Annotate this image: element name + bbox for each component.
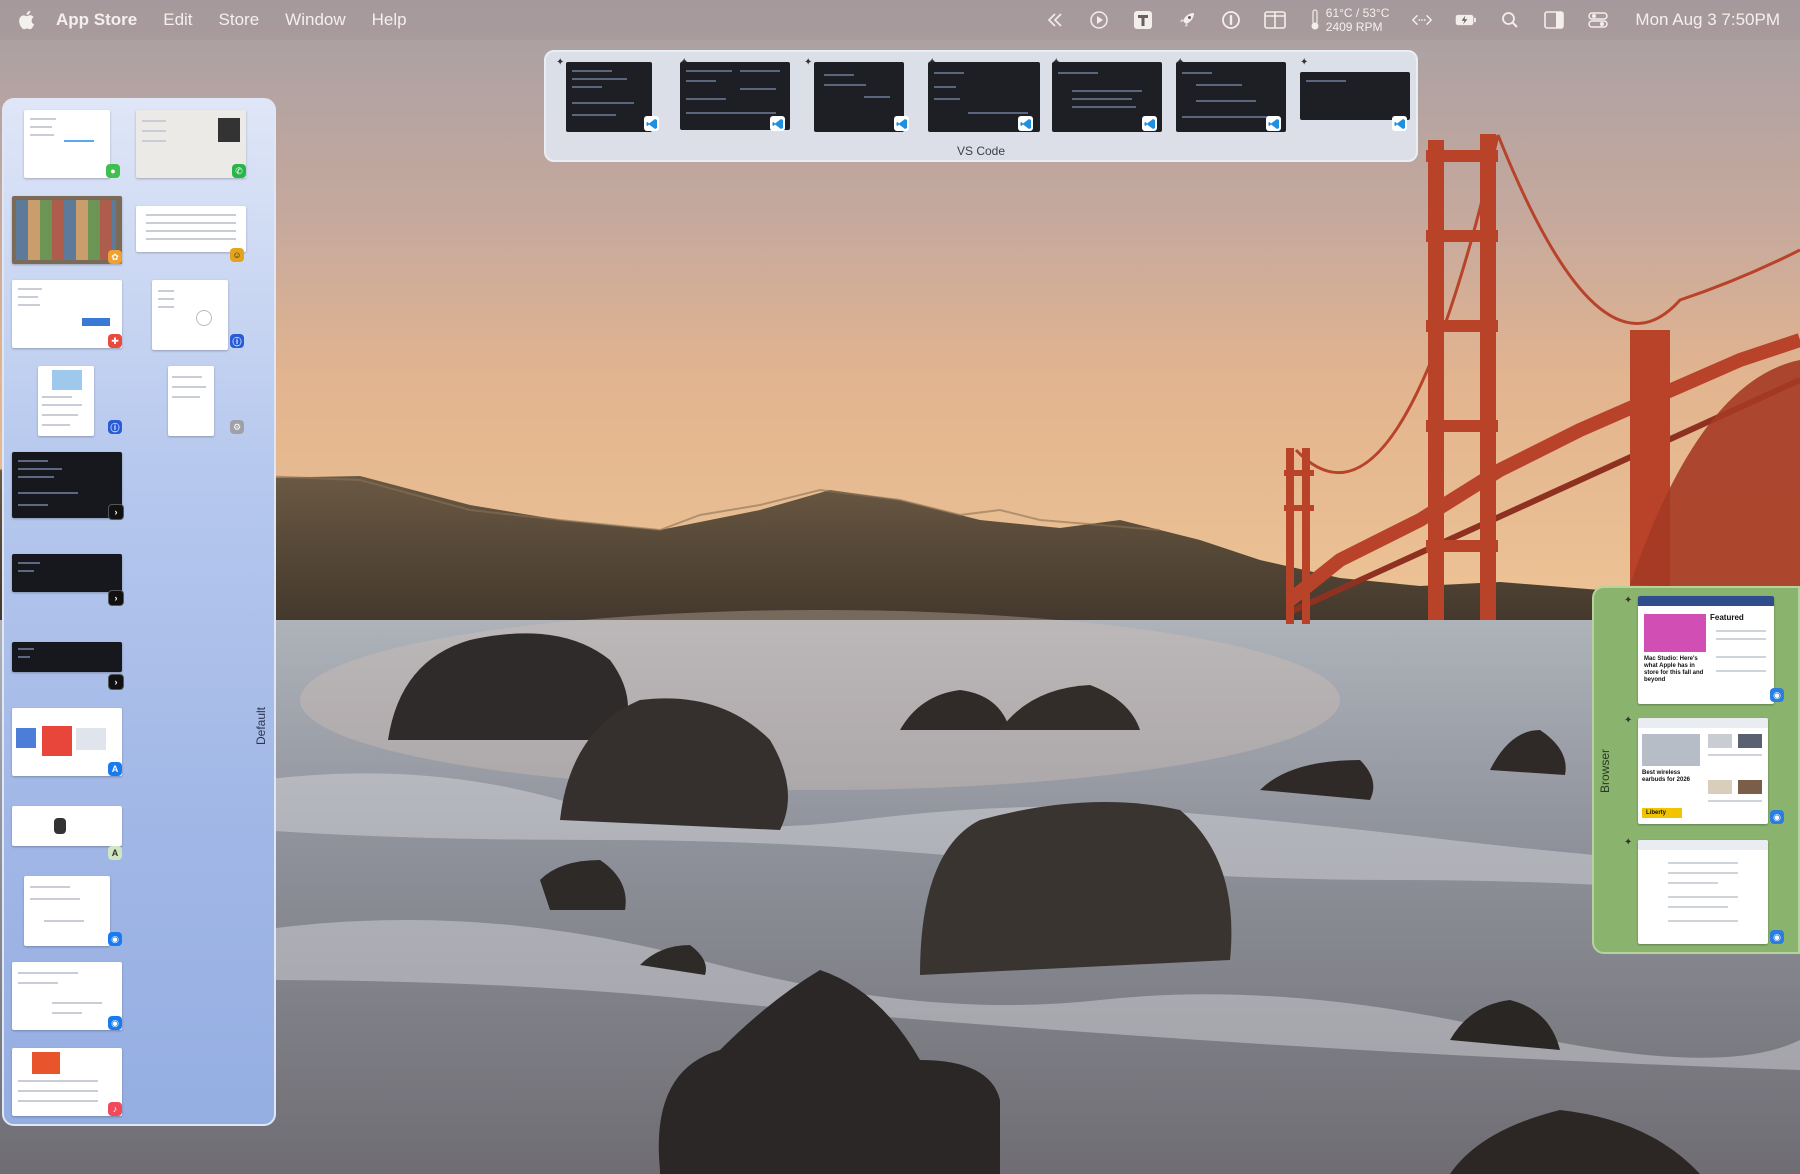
terminal-window-3[interactable] (12, 642, 122, 672)
menu-window[interactable]: Window (285, 10, 345, 30)
vscode-app-icon (1018, 116, 1033, 131)
vscode-group-label: VS Code (956, 144, 1006, 158)
menu-edit[interactable]: Edit (163, 10, 192, 30)
safari-app-icon: ◉ (108, 1016, 122, 1030)
battery-charging-icon[interactable] (1455, 9, 1477, 31)
vscode-app-icon (644, 116, 659, 131)
safari-app-icon: ◉ (108, 932, 122, 946)
messages-window[interactable] (24, 110, 110, 178)
t-app-icon[interactable] (1132, 9, 1154, 31)
passwords-window[interactable] (38, 366, 94, 436)
ad-brand-text: Liberty (1646, 810, 1667, 816)
whatsapp-window[interactable] (136, 110, 246, 178)
system-app-icon: ⚙ (230, 420, 244, 434)
window-thumbnail (1300, 72, 1410, 120)
fan-rpm-text: 2409 RPM (1325, 20, 1383, 34)
code-arrows-icon[interactable] (1411, 9, 1433, 31)
chevrons-left-icon[interactable] (1044, 9, 1066, 31)
terminal-app-icon: › (108, 590, 124, 606)
music-app-icon: ♪ (108, 1102, 122, 1116)
app-store-app-icon: A (108, 762, 122, 776)
control-center-icon[interactable] (1587, 9, 1609, 31)
article-title: Mac Studio: Here's what Apple has in sto… (1644, 656, 1704, 683)
browser-group-label: Browser (1598, 749, 1612, 794)
default-window-group[interactable]: ● ✆ ✿ ☺ ✚ ⓘ ⓘ ⚙ › › › A A ◉ ◉ ♪ Default (2, 98, 276, 1126)
document-window[interactable] (168, 366, 214, 436)
status-area: 61°C / 53°C 2409 RPM Mon Aug 3 7:50PM (1022, 0, 1780, 40)
password-app-icon: ⓘ (230, 334, 244, 348)
app-store-window[interactable] (12, 708, 122, 776)
browser-app-icon: ◉ (1770, 688, 1784, 702)
browser-window-group[interactable]: Browser ✦ Featured Mac Studio: Here's wh… (1592, 586, 1800, 954)
pin-icon[interactable]: ✦ (1624, 838, 1634, 848)
window-thumbnail (814, 62, 904, 132)
photos-app-icon: ✿ (108, 250, 122, 264)
browser-window-2[interactable]: Best wireless earbuds for 2026 Liberty (1638, 718, 1768, 824)
window-thumbnail (566, 62, 652, 132)
whatsapp-app-icon: ✆ (232, 164, 246, 178)
menu-store[interactable]: Store (219, 10, 260, 30)
search-icon[interactable] (1499, 9, 1521, 31)
pin-icon[interactable]: ✦ (1624, 596, 1634, 606)
app-icon: ✚ (108, 334, 122, 348)
password-app-icon: ⓘ (108, 420, 122, 434)
app-name-menu[interactable]: App Store (56, 10, 137, 30)
pin-icon[interactable]: ✦ (804, 58, 814, 68)
vscode-window-group[interactable]: ✦ ✦ ✦ VS Code (544, 50, 1418, 162)
vscode-app-icon (894, 116, 909, 131)
menu-help[interactable]: Help (372, 10, 407, 30)
vscode-app-icon (1392, 116, 1407, 131)
pin-icon[interactable]: ✦ (556, 58, 566, 68)
messages-app-icon: ● (106, 164, 120, 178)
temperature-readout[interactable]: 61°C / 53°C 2409 RPM (1310, 6, 1390, 34)
settings-window[interactable] (12, 280, 122, 348)
default-group-label: Default (254, 706, 268, 746)
terminal-window-1[interactable] (12, 452, 122, 518)
thermometer-icon (1311, 9, 1319, 30)
apple-menu-icon[interactable] (16, 8, 38, 32)
browser-app-icon: ◉ (1770, 810, 1784, 824)
pin-icon[interactable]: ✦ (1300, 58, 1310, 68)
menu-bar-clock[interactable]: Mon Aug 3 7:50PM (1635, 10, 1780, 30)
terminal-app-icon: › (108, 504, 124, 520)
window-thumbnail-right[interactable] (152, 280, 228, 350)
photos-window[interactable] (12, 196, 122, 264)
article-title: Best wireless earbuds for 2026 (1642, 770, 1691, 783)
vscode-app-icon (1266, 116, 1281, 131)
safari-window-1[interactable] (24, 876, 110, 946)
spreadsheet-window[interactable] (136, 206, 246, 252)
split-view-icon[interactable] (1263, 9, 1286, 31)
music-window[interactable] (12, 1048, 122, 1116)
utility-app-icon: ☺ (230, 248, 244, 262)
password-manager-icon[interactable] (1220, 9, 1242, 31)
terminal-window-2[interactable] (12, 554, 122, 592)
browser-app-icon: ◉ (1770, 930, 1784, 944)
vscode-app-icon (1142, 116, 1157, 131)
play-circle-icon[interactable] (1088, 9, 1110, 31)
browser-window-1[interactable]: Featured Mac Studio: Here's what Apple h… (1638, 596, 1774, 704)
viewer-window[interactable] (12, 806, 122, 846)
menu-bar: App Store Edit Store Window Help 61°C / … (0, 0, 1800, 40)
safari-window-2[interactable] (12, 962, 122, 1030)
rocket-icon[interactable] (1176, 9, 1198, 31)
article-heading: Featured (1710, 613, 1744, 622)
viewer-app-icon: A (108, 846, 122, 860)
pin-icon[interactable]: ✦ (1624, 716, 1634, 726)
browser-window-3[interactable] (1638, 840, 1768, 944)
temperature-text: 61°C / 53°C (1325, 6, 1390, 20)
vscode-app-icon (770, 116, 785, 131)
sidebar-icon[interactable] (1543, 9, 1565, 31)
terminal-app-icon: › (108, 674, 124, 690)
